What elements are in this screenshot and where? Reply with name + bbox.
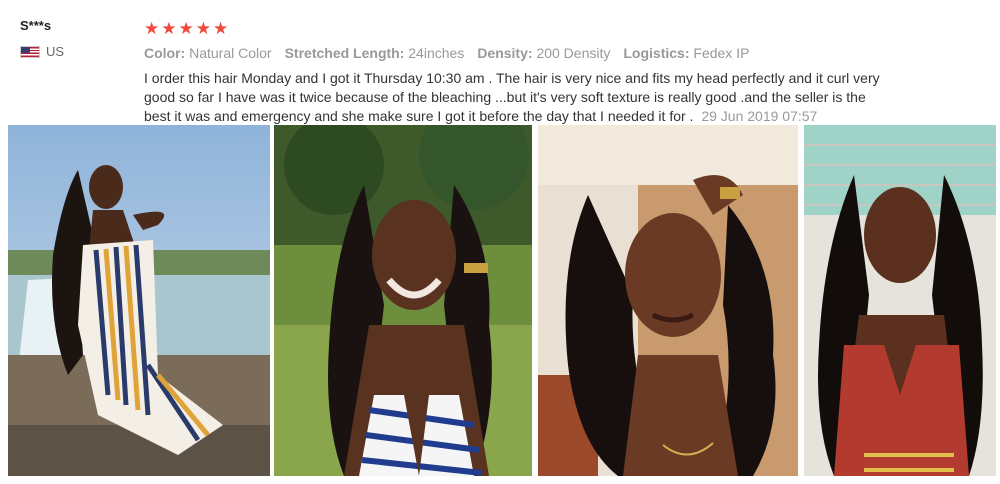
star-icon: ★ bbox=[195, 18, 211, 38]
star-icon: ★ bbox=[178, 18, 194, 38]
us-flag-icon bbox=[20, 45, 40, 58]
review-photos bbox=[8, 125, 996, 476]
star-icon: ★ bbox=[144, 18, 160, 38]
country-label: US bbox=[46, 44, 65, 59]
review-date: 29 Jun 2019 07:57 bbox=[701, 108, 818, 124]
attribute-color: Color: Natural Color bbox=[144, 45, 272, 61]
product-attributes: Color: Natural Color Stretched Length: 2… bbox=[144, 44, 924, 62]
review-photo[interactable] bbox=[274, 125, 532, 476]
review-photo[interactable] bbox=[8, 125, 270, 476]
review-body: ★ ★ ★ ★ ★ Color: Natural Color Stretched… bbox=[144, 18, 924, 126]
reviewer-country: US bbox=[20, 44, 130, 59]
review-photo[interactable] bbox=[804, 125, 996, 476]
star-icon: ★ bbox=[161, 18, 177, 38]
star-icon: ★ bbox=[213, 18, 229, 38]
attribute-length: Stretched Length: 24inches bbox=[284, 45, 465, 61]
review-photo[interactable] bbox=[538, 125, 798, 476]
review-text: I order this hair Monday and I got it Th… bbox=[144, 69, 884, 126]
attribute-density: Density: 200 Density bbox=[477, 45, 611, 61]
reviewer-info: S***s US bbox=[20, 18, 130, 59]
star-rating: ★ ★ ★ ★ ★ bbox=[144, 18, 924, 38]
reviewer-name: S***s bbox=[20, 18, 52, 33]
attribute-logistics: Logistics: Fedex IP bbox=[623, 45, 750, 61]
